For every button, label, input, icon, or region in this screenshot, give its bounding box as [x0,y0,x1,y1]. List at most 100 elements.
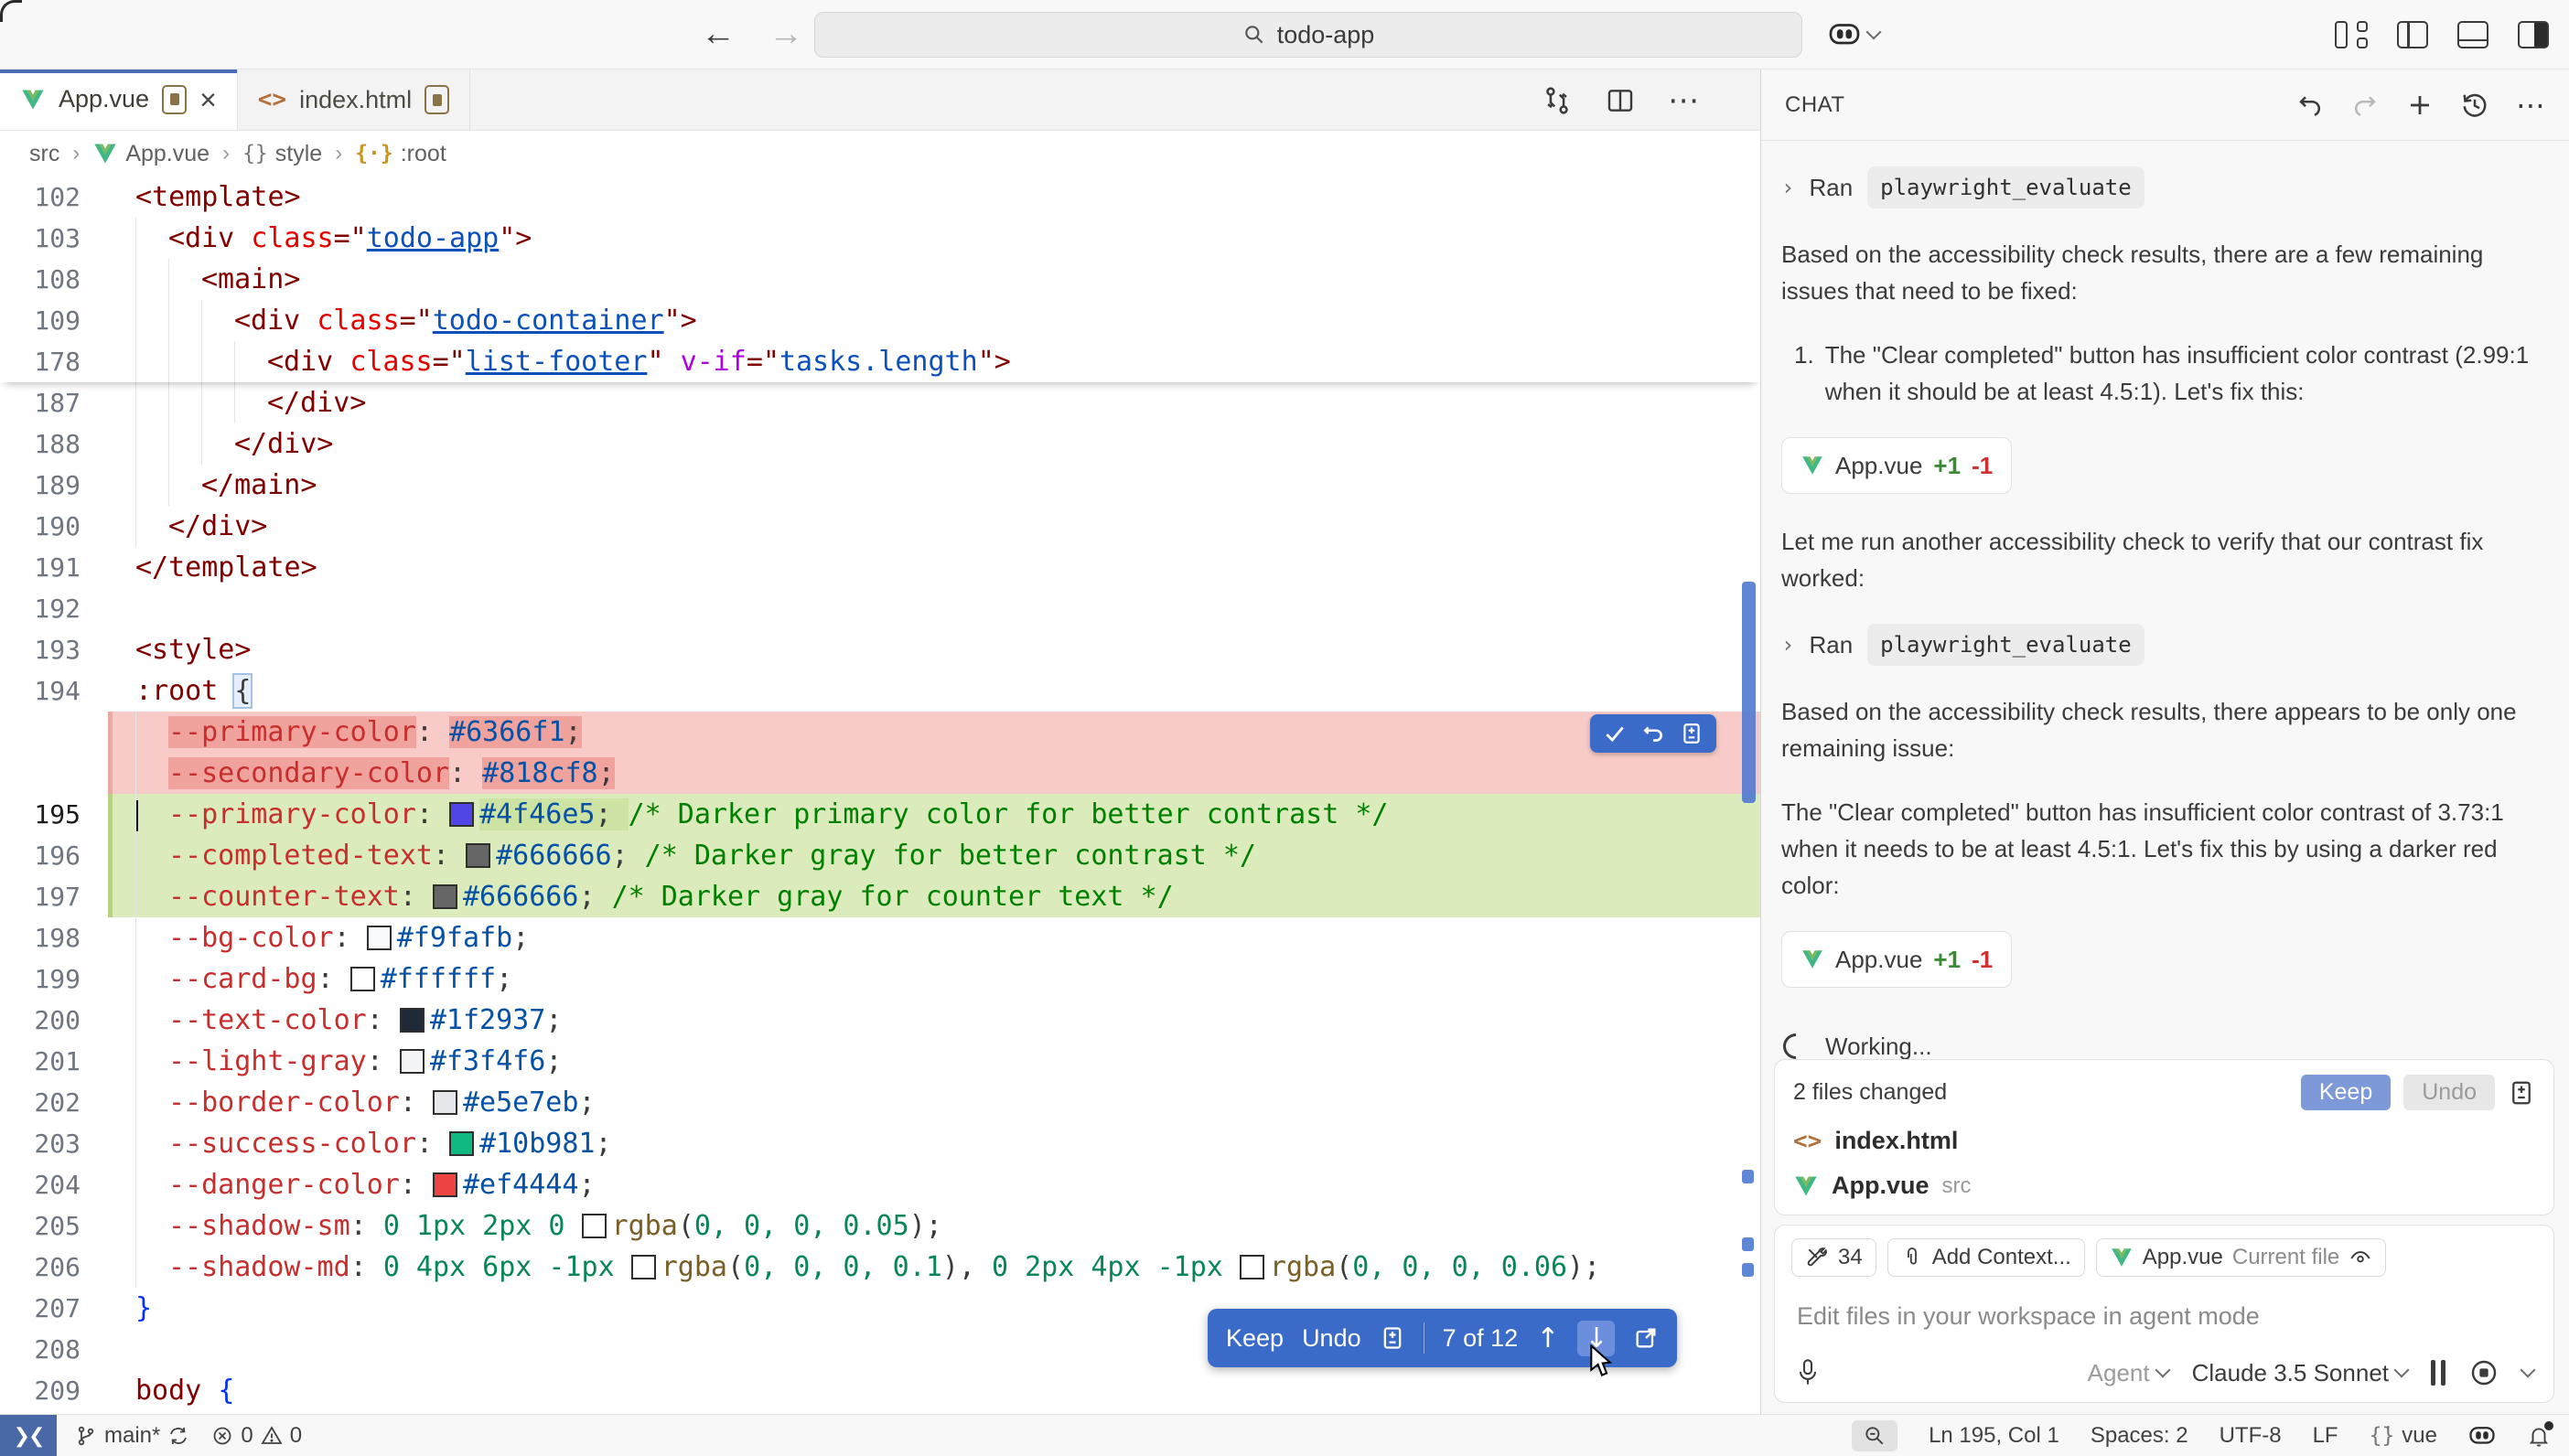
chevron-down-icon[interactable] [2521,1363,2536,1378]
tool-call-row[interactable]: › Ranplaywright_evaluate [1781,624,2545,666]
color-swatch[interactable] [367,926,392,950]
stop-button[interactable] [2469,1358,2499,1387]
model-selector[interactable]: Claude 3.5 Sonnet [2192,1359,2407,1387]
tools-icon [1805,1246,1829,1269]
color-swatch[interactable] [433,1090,457,1115]
line-number: 195 [0,794,108,835]
view-diff-icon[interactable] [2508,1079,2535,1107]
undo-icon[interactable] [2296,91,2324,119]
line-number: 207 [0,1288,108,1329]
open-file-icon[interactable] [1633,1325,1659,1351]
redo-icon[interactable] [2351,91,2379,119]
code-line: 191 </template> [0,547,1760,588]
indent-guide [135,753,168,794]
history-icon[interactable] [2461,91,2488,119]
branch-indicator[interactable]: main* [75,1423,189,1449]
mouse-cursor [1588,1344,1616,1379]
eye-icon[interactable] [2349,1246,2372,1269]
indent-guide [135,794,168,835]
encoding[interactable]: UTF-8 [2220,1423,2282,1449]
more-actions-icon[interactable]: ⋯ [2516,88,2545,123]
changed-file-row[interactable]: App.vuesrc [1793,1172,2535,1200]
color-swatch[interactable] [350,967,375,991]
split-editor-icon[interactable] [1606,86,1635,115]
tool-call-row[interactable]: › Ranplaywright_evaluate [1781,166,2545,209]
current-file-chip[interactable]: App.vue Current file [2096,1238,2386,1277]
chat-input[interactable]: Edit files in your workspace in agent mo… [1797,1302,2531,1331]
forward-button[interactable]: → [769,15,803,54]
color-swatch[interactable] [400,1049,425,1074]
new-chat-icon[interactable] [2406,91,2434,119]
chat-messages[interactable]: › Ranplaywright_evaluateBased on the acc… [1761,141,2569,1059]
previous-change-button[interactable]: ↑ [1536,1322,1559,1354]
modified-badge-icon[interactable] [162,85,187,114]
remote-indicator[interactable]: ❯❮ [0,1415,57,1456]
color-swatch[interactable] [631,1255,656,1279]
tools-button[interactable]: 34 [1791,1238,1876,1277]
indentation[interactable]: Spaces: 2 [2091,1423,2188,1449]
microphone-icon[interactable] [1795,1358,1821,1387]
color-swatch[interactable] [582,1214,607,1238]
more-actions-icon[interactable]: ⋯ [1668,82,1702,119]
notifications-bell[interactable] [2527,1424,2551,1448]
breadcrumb-item[interactable]: {·}:root [355,141,446,167]
keep-all-button[interactable]: Keep [2301,1075,2391,1110]
add-context-button[interactable]: Add Context... [1887,1238,2085,1277]
changed-file-chip[interactable]: App.vue +1-1 [1781,931,2012,988]
zoom-out-button[interactable] [1852,1420,1897,1451]
toggle-secondary-sidebar-button[interactable] [2518,21,2549,48]
color-swatch[interactable] [449,1131,474,1156]
indent-guide [234,341,267,382]
tab-bar: App.vue × <>index.html ⋯ [0,70,1760,131]
toggle-panel-button[interactable] [2457,21,2488,48]
discard-change-icon[interactable] [1641,722,1665,745]
current-file-name: App.vue [2143,1245,2223,1270]
changed-file-chip[interactable]: App.vue +1-1 [1781,437,2012,494]
color-swatch[interactable] [466,843,490,868]
chevron-right-icon: › [1781,169,1794,206]
breadcrumb[interactable]: src › App.vue › {}style › {·}:root [0,131,1760,177]
keep-button[interactable]: Keep [1226,1324,1284,1353]
color-swatch[interactable] [449,802,474,827]
close-tab-icon[interactable]: × [199,85,217,114]
error-icon [211,1425,233,1447]
open-changes-icon[interactable] [1542,85,1573,116]
undo-button[interactable]: Undo [1302,1324,1361,1353]
open-diff-icon[interactable] [1680,722,1704,745]
color-swatch[interactable] [400,1008,425,1033]
color-swatch[interactable] [433,1172,457,1197]
customize-layout-button[interactable] [2335,21,2368,48]
color-swatch[interactable] [433,884,457,909]
toggle-primary-sidebar-button[interactable] [2397,21,2428,48]
breadcrumb-item[interactable]: {}style [242,141,322,167]
language-mode[interactable]: {̇} vue [2370,1423,2437,1449]
problems-indicator[interactable]: 0 0 [211,1423,302,1449]
command-center-search[interactable]: todo-app [814,12,1802,58]
copilot-status-icon[interactable] [2468,1424,2496,1448]
indent-guide [135,259,168,300]
cursor-position[interactable]: Ln 195, Col 1 [1929,1423,2059,1449]
breadcrumb-item[interactable]: src [29,141,59,167]
modified-badge-icon[interactable] [425,85,449,114]
vscode-window: ← → todo-app App.vue × <>index.html [0,0,2569,1456]
line-number: 189 [0,465,108,506]
changed-file-row[interactable]: <>index.html [1793,1127,2535,1155]
tab-label: App.vue [59,85,149,113]
line-number: 208 [0,1329,108,1370]
code-editor[interactable]: 102 <template> 103 <div class="todo-app"… [0,177,1760,1414]
next-change-button[interactable]: ↓ [1577,1321,1615,1356]
undo-all-button[interactable]: Undo [2403,1075,2495,1110]
tab-index.html[interactable]: <>index.html [238,70,470,130]
color-swatch[interactable] [1240,1255,1264,1279]
eol-sequence[interactable]: LF [2313,1423,2338,1449]
chat-paragraph: Let me run another accessibility check t… [1781,523,2545,596]
line-number: 190 [0,506,108,547]
breadcrumb-item[interactable]: App.vue [92,141,210,167]
file-diff-icon[interactable] [1380,1325,1405,1351]
copilot-menu[interactable] [1828,0,1879,70]
mode-selector[interactable]: Agent [2088,1359,2168,1387]
pause-button[interactable] [2431,1360,2445,1386]
back-button[interactable]: ← [701,15,736,54]
accept-change-icon[interactable] [1603,722,1627,745]
tab-App.vue[interactable]: App.vue × [0,70,238,130]
